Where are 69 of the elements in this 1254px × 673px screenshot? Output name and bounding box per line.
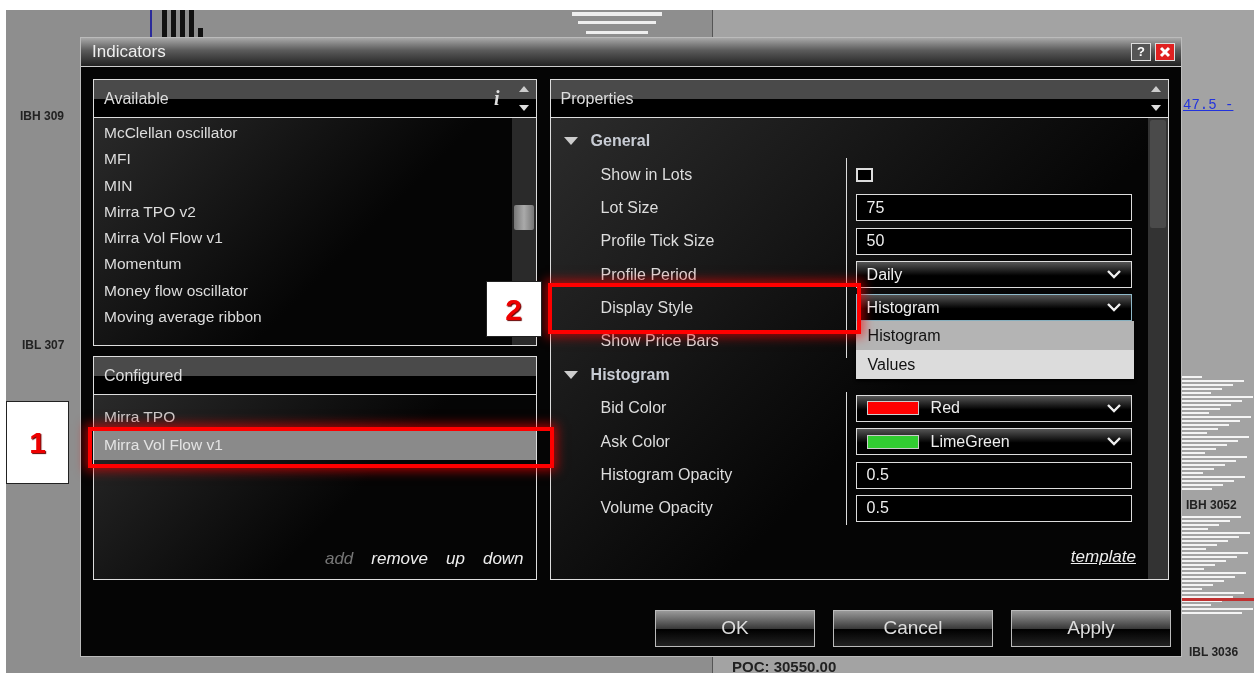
property-label: Volume Opacity [600,498,713,519]
property-label: Show Price Bars [600,331,719,352]
chevron-down-icon [1106,403,1121,413]
dropdown-option[interactable]: Values [855,350,1134,380]
property-label: Profile Tick Size [600,231,715,252]
list-item[interactable]: Mirra TPO v2 [104,198,196,226]
dropdown[interactable]: LimeGreen [855,428,1132,456]
dropdown-value: LimeGreen [930,431,1010,452]
checkbox[interactable] [855,167,873,182]
collapse-icon[interactable] [563,137,578,145]
help-button[interactable]: ? [1131,43,1151,61]
list-item[interactable]: Moving average ribbon [104,304,262,331]
list-item[interactable]: Mirra TPO [94,403,536,430]
scroll-down-icon [1151,104,1161,111]
chart-label: IBH 309 [20,108,65,125]
property-label: Display Style [600,297,694,318]
scrollbar[interactable] [1148,118,1168,579]
list-item[interactable]: Money flow oscillator [104,277,248,305]
chart-label: 47.5 - [1183,96,1234,115]
list-item[interactable]: McClellan oscillator [104,120,238,147]
action-link[interactable]: remove [371,545,428,571]
property-label: Ask Color [600,431,670,452]
dropdown[interactable]: Daily [855,261,1132,289]
group-title: Histogram [590,364,670,385]
property-label: Show in Lots [600,164,693,185]
dropdown-option[interactable]: Histogram [855,321,1134,351]
list-item[interactable]: Mirra Vol Flow v1 [104,225,223,252]
dropdown-value: Histogram [866,297,940,318]
template-link[interactable]: template [1070,543,1136,569]
panel-title: Available [104,88,169,109]
list-item[interactable]: Momentum [104,251,182,278]
panel-title: Configured [104,365,183,386]
step-number: 2 [485,281,542,338]
step-number: 1 [6,401,69,484]
action-link[interactable]: up [446,545,465,571]
list-item[interactable]: MIN [104,172,133,199]
dropdown-value: Red [930,398,960,419]
dropdown[interactable]: Red [855,394,1132,422]
info-button[interactable]: i [494,83,500,113]
panel-title: Properties [560,88,634,109]
close-icon [1159,46,1171,58]
property-label: Histogram Opacity [600,465,733,485]
input-field[interactable]: 50 [855,227,1132,255]
dialog-title: Indicators [92,41,167,64]
input-field[interactable]: 0.5 [855,461,1132,489]
dialog-button[interactable]: Apply [1011,610,1171,647]
close-button[interactable] [1155,43,1175,61]
chevron-down-icon [1106,437,1121,447]
chart-label: POC: 30550.00 [732,657,837,673]
chevron-down-icon [1106,303,1121,313]
collapse-icon[interactable] [563,370,578,379]
scroll-up-icon [518,86,529,93]
dropdown-value: Daily [866,264,903,285]
chart-label: IBH 3052 [1186,497,1237,514]
dialog-button[interactable]: Cancel [833,610,993,647]
list-item[interactable]: MFI [104,146,131,173]
chevron-down-icon [1106,270,1121,280]
property-label: Lot Size [600,197,659,218]
input-field[interactable]: 0.5 [855,494,1132,522]
scroll-up-icon [1151,86,1161,93]
input-field[interactable]: 75 [855,194,1132,222]
chart-label: IBL 3036 [1189,644,1239,661]
dialog-button[interactable]: OK [655,610,815,647]
property-label: Profile Period [600,264,697,285]
scroll-down-icon [518,104,529,111]
chart-label: IBL 307 [22,337,65,354]
action-link[interactable]: down [482,545,524,571]
property-label: Bid Color [600,398,667,419]
group-title: General [590,131,651,151]
